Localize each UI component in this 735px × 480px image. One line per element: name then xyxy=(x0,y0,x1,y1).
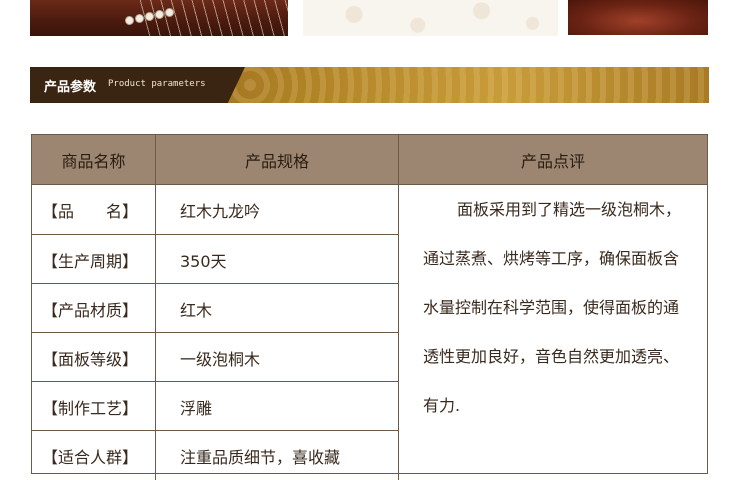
header-product-name: 商品名称 xyxy=(32,135,156,184)
row-label-cycle: 【生产周期】 xyxy=(32,235,156,284)
row-value-craft: 浮雕 xyxy=(156,382,399,431)
row-label-panel-grade: 【面板等级】 xyxy=(32,333,156,382)
product-review-text: 面板采用到了精选一级泡桐木， 通过蒸煮、烘烤等工序，确保面板含 水量控制在科学范… xyxy=(399,185,707,430)
row-value-panel-grade: 一级泡桐木 xyxy=(156,333,399,382)
top-image-strip xyxy=(0,0,735,38)
header-product-spec: 产品规格 xyxy=(156,135,399,184)
row-label-audience: 【适合人群】 xyxy=(32,431,156,480)
pattern-photo xyxy=(303,0,558,36)
row-label-material: 【产品材质】 xyxy=(32,284,156,333)
review-line: 透性更加良好，音色自然更加透亮、 xyxy=(423,347,680,366)
row-value-material: 红木 xyxy=(156,284,399,333)
header-product-review: 产品点评 xyxy=(399,135,707,184)
review-line: 面板采用到了精选一级泡桐木， xyxy=(457,200,682,219)
section-title: 产品参数 xyxy=(44,80,97,95)
review-line: 通过蒸煮、烘烤等工序，确保面板含 xyxy=(423,249,680,268)
row-value-cycle: 350天 xyxy=(156,235,399,284)
row-label-name: 【品 名】 xyxy=(32,185,156,234)
guzheng-photo xyxy=(30,0,288,36)
row-value-name: 红木九龙吟 xyxy=(156,185,399,234)
carving-photo xyxy=(568,0,708,35)
review-line: 有力. xyxy=(423,396,461,415)
section-subtitle: Product parameters xyxy=(108,79,206,89)
banner-pattern xyxy=(230,67,709,103)
section-banner: 产品参数 Product parameters xyxy=(30,67,709,103)
row-label-craft: 【制作工艺】 xyxy=(32,382,156,431)
product-parameters-table: 商品名称 产品规格 产品点评 【品 名】 红木九龙吟 【生产周期】 350天 【… xyxy=(31,134,708,480)
row-value-audience: 注重品质细节，喜收藏 xyxy=(156,431,399,480)
review-line: 水量控制在科学范围，使得面板的通 xyxy=(423,298,680,317)
